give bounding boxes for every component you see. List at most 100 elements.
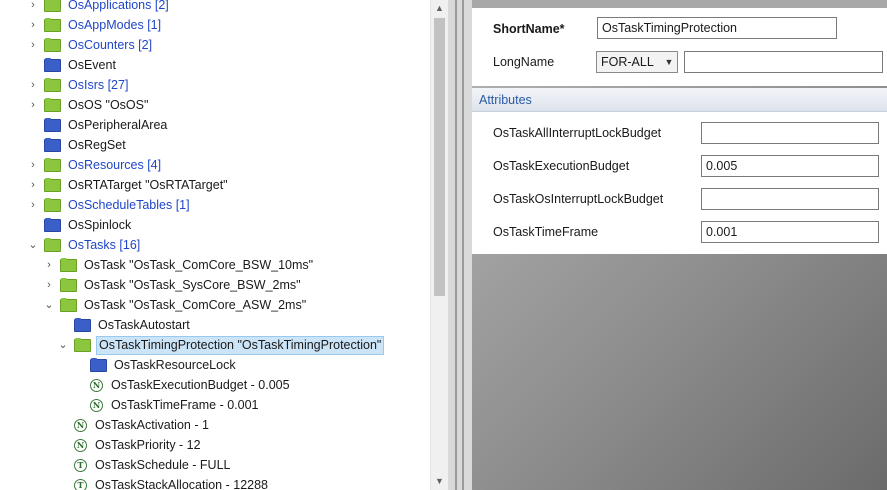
tree-item-label: OsCounters [2]	[68, 38, 153, 52]
attribute-label: OsTaskTimeFrame	[493, 225, 599, 239]
tree-item-osrtatarget[interactable]: › OsRTATarget "OsRTATarget"	[26, 175, 230, 195]
tree-item-ostasktimingprotection[interactable]: ⌄ OsTaskTimingProtection "OsTaskTimingPr…	[56, 335, 385, 355]
long-name-field[interactable]	[684, 51, 883, 73]
tree-item-osapplications[interactable]: › OsApplications [2]	[26, 0, 171, 15]
short-name-field[interactable]: OsTaskTimingProtection	[597, 17, 837, 39]
green-folder-icon	[44, 197, 61, 212]
collapse-chevron-icon[interactable]: ⌄	[26, 235, 40, 255]
tree-item-osisrs[interactable]: › OsIsrs [27]	[26, 75, 130, 95]
tree-item-label: OsResources [4]	[68, 158, 162, 172]
tree-item-osscheduletables[interactable]: › OsScheduleTables [1]	[26, 195, 192, 215]
tree-item-ostasks[interactable]: ⌄ OsTasks [16]	[26, 235, 142, 255]
expand-chevron-icon[interactable]: ›	[26, 0, 40, 15]
tree-item-label: OsTask "OsTask_ComCore_BSW_10ms"	[84, 258, 314, 272]
short-name-label: ShortName*	[493, 22, 565, 36]
blue-folder-icon	[44, 57, 61, 72]
expand-chevron-icon[interactable]: ›	[42, 255, 56, 275]
expand-chevron-icon[interactable]: ›	[26, 35, 40, 55]
attributes-section: OsTaskAllInterruptLockBudget OsTaskExecu…	[472, 112, 887, 254]
long-name-language-dropdown[interactable]: FOR-ALL ▼	[596, 51, 678, 73]
tree-item-label: OsTaskTimeFrame - 0.001	[111, 398, 259, 412]
tree-item-label: OsTaskResourceLock	[114, 358, 236, 372]
scrollbar-thumb[interactable]	[434, 18, 445, 296]
tree-item-label: OsIsrs [27]	[68, 78, 129, 92]
pane-splitter[interactable]	[448, 0, 472, 490]
tree-item-label-selected: OsTaskTimingProtection "OsTaskTimingProt…	[96, 335, 385, 355]
attributes-section-header[interactable]: Attributes	[472, 88, 887, 112]
chevron-down-icon: ▼	[664, 57, 674, 67]
numeric-param-icon: N	[90, 398, 103, 412]
scroll-down-arrow-icon[interactable]: ▼	[431, 473, 448, 490]
tree-item-label: OsTaskActivation - 1	[95, 418, 209, 432]
blue-folder-icon	[44, 137, 61, 152]
tree-item-ostaskpriority[interactable]: N OsTaskPriority - 12	[56, 435, 203, 455]
green-folder-icon	[44, 97, 61, 112]
text-param-icon: T	[74, 458, 87, 472]
general-section: ShortName* OsTaskTimingProtection LongNa…	[472, 8, 887, 86]
tree-item-osspinlock[interactable]: OsSpinlock	[26, 215, 133, 235]
blue-folder-icon	[44, 117, 61, 132]
green-folder-icon	[44, 157, 61, 172]
tree-item-label: OsTaskAutostart	[98, 318, 190, 332]
scroll-up-arrow-icon[interactable]: ▲	[431, 0, 448, 17]
tree-item-ostaskresourcelock[interactable]: OsTaskResourceLock	[72, 355, 238, 375]
green-folder-icon	[44, 177, 61, 192]
expand-chevron-icon[interactable]: ›	[26, 155, 40, 175]
green-folder-icon	[60, 297, 77, 312]
execution-budget-field[interactable]: 0.005	[701, 155, 879, 177]
green-folder-icon	[44, 0, 61, 12]
tree-item-oscounters[interactable]: › OsCounters [2]	[26, 35, 154, 55]
tree-item-ostaskschedule[interactable]: T OsTaskSchedule - FULL	[56, 455, 232, 475]
tree-item-label: OsScheduleTables [1]	[68, 198, 190, 212]
numeric-param-icon: N	[74, 418, 87, 432]
expand-chevron-icon[interactable]: ›	[26, 195, 40, 215]
time-frame-field[interactable]: 0.001	[701, 221, 879, 243]
tree-item-osperipheralarea[interactable]: OsPeripheralArea	[26, 115, 169, 135]
tree-item-ostaskexecutionbudget[interactable]: N OsTaskExecutionBudget - 0.005	[72, 375, 292, 395]
numeric-param-icon: N	[90, 378, 103, 392]
numeric-param-icon: N	[74, 438, 87, 452]
tree-item-osregset[interactable]: OsRegSet	[26, 135, 128, 155]
properties-pane: ShortName* OsTaskTimingProtection LongNa…	[472, 0, 887, 490]
tree-item-label: OsRTATarget "OsRTATarget"	[68, 178, 228, 192]
collapse-chevron-icon[interactable]: ⌄	[42, 295, 56, 315]
tree-item-osappmodes[interactable]: › OsAppModes [1]	[26, 15, 163, 35]
tree-item-label: OsTaskPriority - 12	[95, 438, 201, 452]
green-folder-icon	[74, 337, 91, 352]
tree-item-label: OsAppModes [1]	[68, 18, 162, 32]
green-folder-icon	[60, 257, 77, 272]
tree-pane: › OsApplications [2] › OsAppModes [1] › …	[0, 0, 448, 490]
tree-item-ostaskautostart[interactable]: OsTaskAutostart	[56, 315, 192, 335]
tree-item-label: OsTaskExecutionBudget - 0.005	[111, 378, 290, 392]
expand-chevron-icon[interactable]: ›	[26, 175, 40, 195]
tree-item-ostaskstackallocation[interactable]: T OsTaskStackAllocation - 12288	[56, 475, 270, 490]
os-interrupt-lock-budget-field[interactable]	[701, 188, 879, 210]
text-param-icon: T	[74, 478, 87, 490]
blue-folder-icon	[44, 217, 61, 232]
blue-folder-icon	[90, 357, 107, 372]
tree-item-label: OsPeripheralArea	[68, 118, 168, 132]
properties-top-strip	[472, 0, 887, 8]
tree-item-label: OsRegSet	[68, 138, 126, 152]
green-folder-icon	[60, 277, 77, 292]
expand-chevron-icon[interactable]: ›	[42, 275, 56, 295]
tree-item-osresources[interactable]: › OsResources [4]	[26, 155, 163, 175]
tree-item-ostask-comcore-bsw-10ms[interactable]: › OsTask "OsTask_ComCore_BSW_10ms"	[42, 255, 315, 275]
collapse-chevron-icon[interactable]: ⌄	[56, 335, 70, 355]
tree-item-osos[interactable]: › OsOS "OsOS"	[26, 95, 150, 115]
expand-chevron-icon[interactable]: ›	[26, 15, 40, 35]
all-interrupt-lock-budget-field[interactable]	[701, 122, 879, 144]
tree-item-label: OsTaskStackAllocation - 12288	[95, 478, 269, 490]
tree-vertical-scrollbar[interactable]: ▲ ▼	[430, 0, 448, 490]
long-name-label: LongName	[493, 55, 555, 69]
tree-item-label: OsTaskSchedule - FULL	[95, 458, 231, 472]
attribute-label: OsTaskAllInterruptLockBudget	[493, 126, 662, 140]
expand-chevron-icon[interactable]: ›	[26, 95, 40, 115]
tree-item-ostasktimeframe[interactable]: N OsTaskTimeFrame - 0.001	[72, 395, 261, 415]
expand-chevron-icon[interactable]: ›	[26, 75, 40, 95]
tree-item-osevent[interactable]: OsEvent	[26, 55, 118, 75]
tree-item-ostaskactivation[interactable]: N OsTaskActivation - 1	[56, 415, 211, 435]
tree-item-ostask-comcore-asw-2ms[interactable]: ⌄ OsTask "OsTask_ComCore_ASW_2ms"	[42, 295, 308, 315]
tree-item-ostask-syscore-bsw-2ms[interactable]: › OsTask "OsTask_SysCore_BSW_2ms"	[42, 275, 303, 295]
tree-item-label: OsTask "OsTask_SysCore_BSW_2ms"	[84, 278, 301, 292]
